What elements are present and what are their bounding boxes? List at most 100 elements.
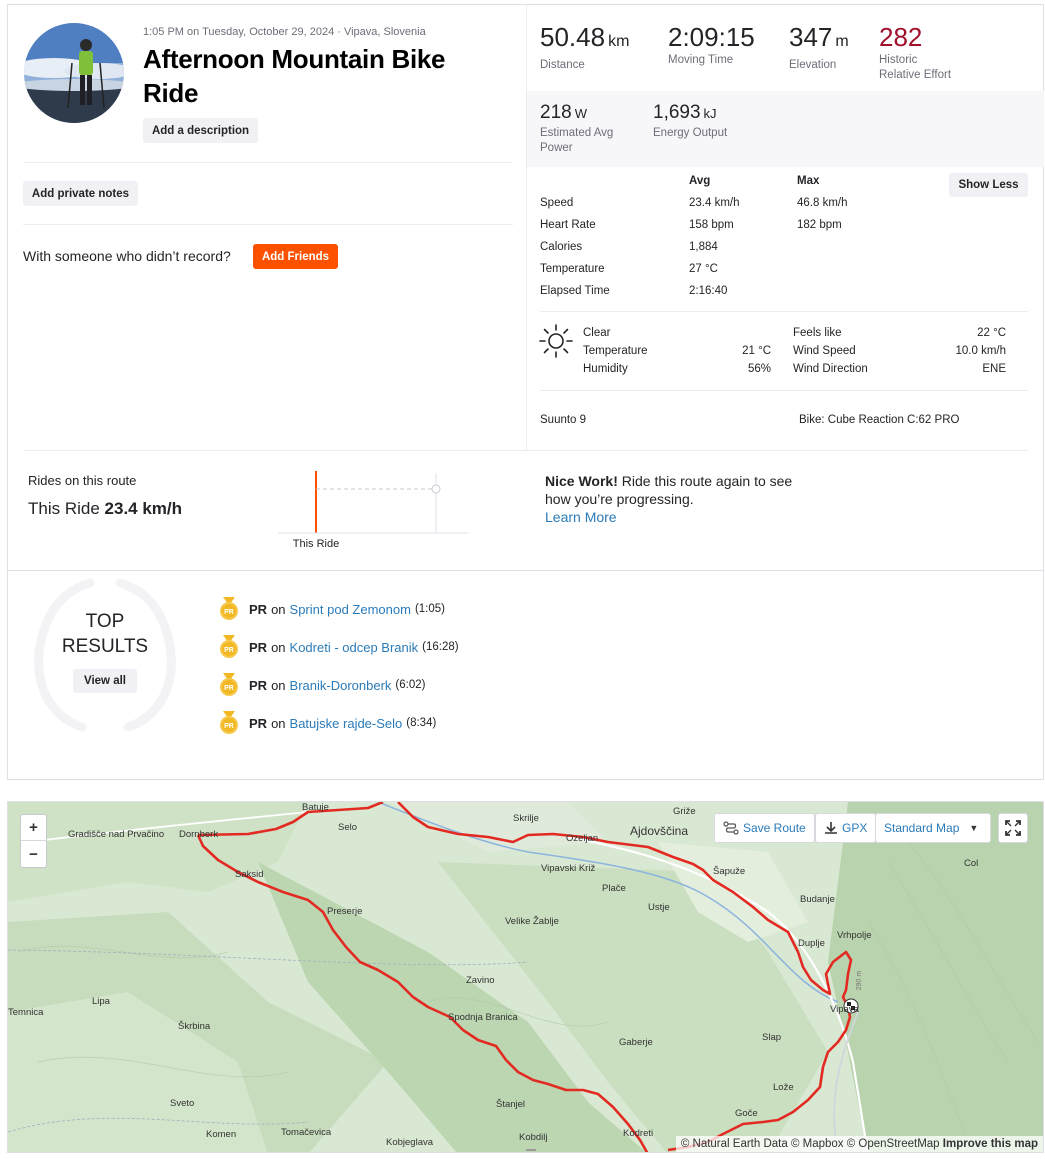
stat-energy: 1,693 kJ Energy Output — [653, 102, 727, 141]
map-place-label: Ozeljan — [566, 833, 599, 844]
power-value: 218 — [540, 102, 572, 123]
pr-medal-icon: PR — [220, 711, 238, 734]
show-less-button[interactable]: Show Less — [949, 173, 1028, 197]
segment-link[interactable]: Kodreti - odcep Branik — [290, 640, 419, 655]
attribution-text[interactable]: © Natural Earth Data © Mapbox © OpenStre… — [681, 1138, 940, 1150]
pr-badge: PR — [249, 715, 268, 731]
svg-text:PR: PR — [224, 685, 234, 692]
pr-badge: PR — [249, 639, 268, 655]
weather-condition: Clear — [583, 327, 611, 339]
wind-direction-label: Wind Direction — [793, 363, 868, 375]
pr-item: PR PR on Kodreti - odcep Branik (16:28) — [218, 635, 459, 659]
distance-unit: km — [608, 33, 630, 50]
map-place-label: Vrhpolje — [837, 930, 872, 941]
distance-value: 50.48 — [540, 22, 606, 52]
segment-link[interactable]: Branik-Doronberk — [290, 678, 392, 693]
pr-on: on — [271, 715, 286, 731]
map-place-label: Temnica — [8, 1007, 44, 1018]
stat-relative-effort[interactable]: 282 Historic Relative Effort — [879, 22, 951, 83]
map-place-label: Kobjeglava — [386, 1137, 434, 1148]
route-icon — [723, 821, 739, 835]
divider — [23, 450, 1028, 451]
map-place-label: Budanje — [800, 894, 835, 905]
map-place-label: Velike Žablje — [505, 916, 559, 927]
divider — [23, 162, 513, 163]
row-label: Calories — [540, 241, 583, 253]
route-comparison-chart — [278, 471, 468, 534]
segment-time: (16:28) — [422, 641, 459, 653]
this-ride-speed: This Ride 23.4 km/h — [28, 499, 182, 519]
map-place-label: Kobdilj — [519, 1132, 548, 1143]
map-place-label: Zavino — [466, 975, 495, 986]
map-canvas — [8, 802, 1043, 1152]
gpx-label: GPX — [842, 821, 868, 835]
weather-temperature-value: 21 °C — [742, 345, 771, 357]
map-contour-label: 290 m — [856, 970, 864, 991]
add-friends-button[interactable]: Add Friends — [253, 244, 338, 269]
map-attribution: © Natural Earth Data © Mapbox © OpenStre… — [675, 1136, 1043, 1152]
weather-temperature-label: Temperature — [583, 345, 648, 357]
elevation-value: 347 — [789, 22, 833, 52]
segment-time: (6:02) — [395, 679, 426, 691]
pr-badge: PR — [249, 601, 268, 617]
this-ride-prefix: This Ride — [28, 499, 100, 518]
divider — [23, 224, 513, 225]
svg-text:PR: PR — [224, 647, 234, 654]
segment-time: (8:34) — [406, 717, 437, 729]
row-label: Speed — [540, 197, 574, 209]
energy-label: Energy Output — [653, 127, 728, 139]
map-place-label: Tomačevica — [281, 1127, 332, 1138]
save-route-label: Save Route — [743, 821, 806, 835]
route-map[interactable]: Batuje Gradišče nad Prvačino Dornberk Se… — [7, 801, 1044, 1153]
chart-label: This Ride — [292, 538, 340, 550]
view-all-button[interactable]: View all — [73, 669, 137, 693]
elevation-label: Elevation — [789, 59, 837, 71]
relative-effort-value: 282 — [879, 22, 923, 52]
chevron-down-icon: ▼ — [969, 823, 979, 833]
download-icon — [825, 822, 837, 834]
save-route-button[interactable]: Save Route — [714, 813, 815, 843]
weather-humidity-label: Humidity — [583, 363, 628, 375]
zoom-in-button[interactable]: + — [21, 815, 46, 841]
pr-medal-icon: PR — [220, 597, 238, 620]
map-place-label: Škrbina — [178, 1021, 211, 1032]
col-max-header: Max — [797, 175, 820, 187]
row-label: Elapsed Time — [540, 285, 610, 297]
pr-on: on — [271, 601, 286, 617]
wind-speed-value: 10.0 km/h — [955, 345, 1007, 357]
map-place-label: Col — [964, 858, 979, 869]
zoom-out-button[interactable]: − — [21, 841, 46, 867]
svg-text:PR: PR — [224, 723, 234, 730]
this-ride-value: 23.4 km/h — [104, 499, 183, 518]
row-avg: 158 bpm — [689, 219, 734, 231]
map-place-label: Griže — [673, 806, 696, 817]
avatar[interactable] — [24, 23, 124, 123]
segment-link[interactable]: Batujske rajde-Selo — [290, 716, 403, 731]
fullscreen-button[interactable] — [998, 813, 1028, 843]
weather-humidity-value: 56% — [747, 363, 771, 375]
row-avg: 23.4 km/h — [689, 197, 740, 209]
bike-name[interactable]: Bike: Cube Reaction C:62 PRO — [799, 414, 959, 426]
map-place-label: Ustje — [648, 902, 670, 913]
map-place-label: Lipa — [92, 996, 110, 1007]
map-place-label: Slap — [762, 1032, 782, 1043]
learn-more-link[interactable]: Learn More — [545, 509, 617, 525]
device-name: Suunto 9 — [540, 414, 587, 426]
pr-on: on — [271, 639, 286, 655]
moving-time-label: Moving Time — [668, 54, 734, 66]
add-description-button[interactable]: Add a description — [143, 118, 258, 143]
map-place-label: Spodnja Branica — [448, 1012, 518, 1023]
map-place-label: Batuje — [302, 802, 329, 813]
pr-badge: PR — [249, 677, 268, 693]
map-style-dropdown[interactable]: Standard Map ▼ — [875, 813, 991, 843]
segment-link[interactable]: Sprint pod Zemonom — [290, 602, 411, 617]
pr-medal-icon: PR — [220, 635, 238, 658]
map-style-label: Standard Map — [884, 821, 960, 835]
improve-map-link[interactable]: Improve this map — [943, 1138, 1038, 1150]
map-place-label: Plače — [602, 883, 626, 894]
moving-time-value: 2:09:15 — [668, 22, 755, 52]
pr-on: on — [271, 677, 286, 693]
map-place-label: Selo — [338, 822, 358, 833]
gpx-button[interactable]: GPX — [815, 813, 877, 843]
add-private-notes-button[interactable]: Add private notes — [23, 181, 138, 206]
